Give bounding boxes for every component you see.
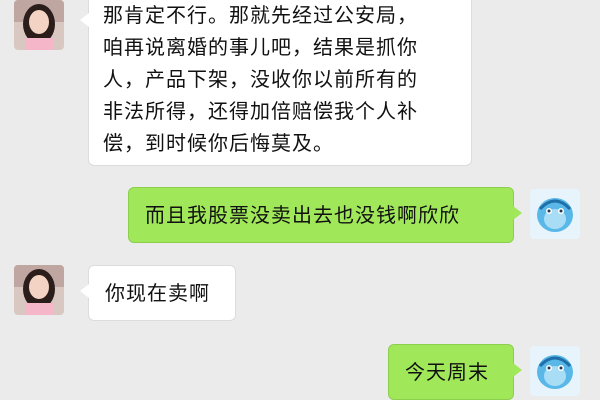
sender-avatar[interactable] bbox=[14, 265, 64, 315]
message-line: 今天周末 bbox=[405, 360, 489, 384]
bubble-tail bbox=[513, 363, 522, 377]
sender-avatar[interactable] bbox=[14, 0, 64, 50]
message-line: 偿，到时候你后悔莫及。 bbox=[103, 131, 334, 155]
bubble-tail bbox=[80, 284, 89, 298]
message-line: 那肯定不行。那就先经过公安局， bbox=[103, 3, 418, 27]
message-line: 非法所得，还得加倍赔偿我个人补 bbox=[103, 99, 418, 123]
outgoing-message-bubble[interactable]: 而且我股票没卖出去也没钱啊欣欣 bbox=[128, 187, 522, 243]
incoming-message-bubble[interactable]: 你现在卖啊 bbox=[80, 265, 236, 321]
outgoing-message-bubble[interactable]: 今天周末 bbox=[388, 344, 522, 400]
self-avatar[interactable] bbox=[530, 189, 580, 239]
girl-avatar-icon bbox=[14, 265, 64, 315]
bubble-tail bbox=[513, 206, 522, 220]
message-line: 人，产品下架，没收你以前所有的 bbox=[103, 67, 418, 91]
message-line: 咱再说离婚的事儿吧，结果是抓你 bbox=[103, 35, 418, 59]
message-line: 而且我股票没卖出去也没钱啊欣欣 bbox=[145, 203, 460, 227]
blue-mascot-avatar-icon bbox=[530, 189, 580, 239]
girl-avatar-icon bbox=[14, 0, 64, 50]
incoming-message-bubble[interactable]: 那肯定不行。那就先经过公安局， 咱再说离婚的事儿吧，结果是抓你 人，产品下架，没… bbox=[80, 0, 472, 166]
blue-mascot-avatar-icon bbox=[530, 346, 580, 396]
message-line: 你现在卖啊 bbox=[105, 281, 210, 305]
self-avatar[interactable] bbox=[530, 346, 580, 396]
bubble-tail bbox=[80, 13, 89, 27]
